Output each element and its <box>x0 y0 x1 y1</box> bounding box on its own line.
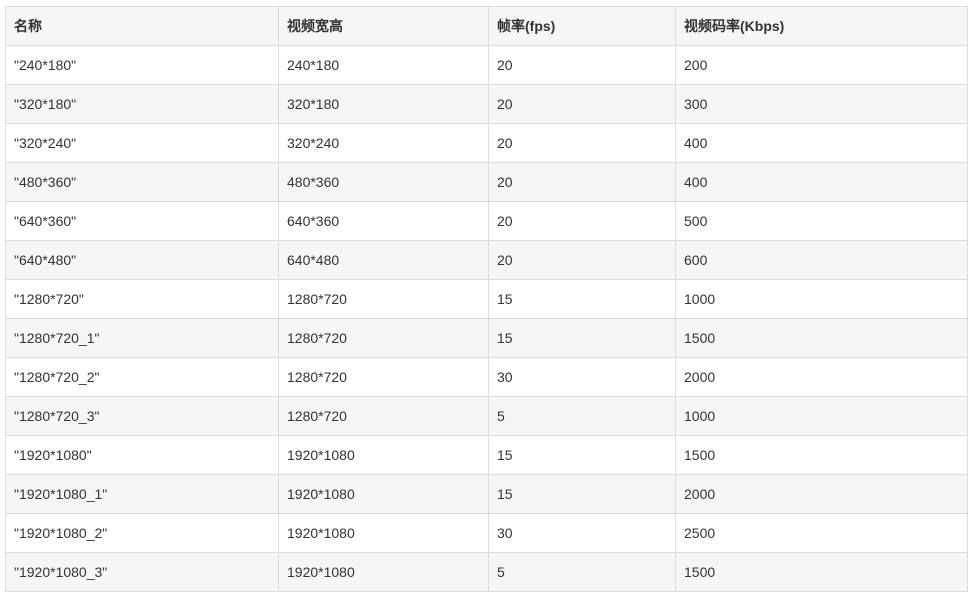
table-row: "1280*720_2" 1280*720 30 2000 <box>5 357 968 397</box>
table-row: "1920*1080_1" 1920*1080 15 2000 <box>5 474 968 514</box>
cell-bitrate: 500 <box>675 201 968 241</box>
cell-bitrate: 400 <box>675 162 968 202</box>
cell-bitrate: 400 <box>675 123 968 163</box>
cell-resolution: 640*480 <box>278 240 489 280</box>
cell-resolution: 480*360 <box>278 162 489 202</box>
table-row: "1280*720_1" 1280*720 15 1500 <box>5 318 968 358</box>
header-resolution: 视频宽高 <box>278 6 489 46</box>
cell-bitrate: 2000 <box>675 357 968 397</box>
cell-resolution: 1920*1080 <box>278 435 489 475</box>
cell-framerate: 15 <box>488 279 676 319</box>
cell-resolution: 1280*720 <box>278 396 489 436</box>
cell-name: "320*180" <box>5 84 279 124</box>
cell-resolution: 320*240 <box>278 123 489 163</box>
cell-name: "480*360" <box>5 162 279 202</box>
table-row: "480*360" 480*360 20 400 <box>5 162 968 202</box>
cell-framerate: 20 <box>488 162 676 202</box>
cell-framerate: 15 <box>488 474 676 514</box>
cell-name: "1280*720_1" <box>5 318 279 358</box>
cell-name: "320*240" <box>5 123 279 163</box>
cell-name: "1920*1080" <box>5 435 279 475</box>
cell-resolution: 320*180 <box>278 84 489 124</box>
cell-bitrate: 600 <box>675 240 968 280</box>
cell-name: "640*480" <box>5 240 279 280</box>
table-row: "320*240" 320*240 20 400 <box>5 123 968 163</box>
cell-bitrate: 1500 <box>675 552 968 592</box>
table-row: "1920*1080_2" 1920*1080 30 2500 <box>5 513 968 553</box>
cell-bitrate: 2500 <box>675 513 968 553</box>
cell-bitrate: 2000 <box>675 474 968 514</box>
cell-resolution: 1280*720 <box>278 279 489 319</box>
header-row: 名称 视频宽高 帧率(fps) 视频码率(Kbps) <box>5 6 968 46</box>
cell-name: "1920*1080_3" <box>5 552 279 592</box>
cell-name: "640*360" <box>5 201 279 241</box>
cell-name: "1280*720_3" <box>5 396 279 436</box>
table-row: "640*480" 640*480 20 600 <box>5 240 968 280</box>
cell-bitrate: 1000 <box>675 279 968 319</box>
cell-resolution: 640*360 <box>278 201 489 241</box>
cell-framerate: 20 <box>488 240 676 280</box>
cell-resolution: 240*180 <box>278 45 489 85</box>
video-profile-table: 名称 视频宽高 帧率(fps) 视频码率(Kbps) "240*180" 240*… <box>5 6 968 592</box>
table-row: "1280*720" 1280*720 15 1000 <box>5 279 968 319</box>
cell-framerate: 15 <box>488 318 676 358</box>
cell-bitrate: 1000 <box>675 396 968 436</box>
cell-name: "1280*720" <box>5 279 279 319</box>
cell-name: "1920*1080_1" <box>5 474 279 514</box>
table-row: "320*180" 320*180 20 300 <box>5 84 968 124</box>
cell-bitrate: 300 <box>675 84 968 124</box>
cell-framerate: 5 <box>488 552 676 592</box>
table-row: "1920*1080_3" 1920*1080 5 1500 <box>5 552 968 592</box>
cell-resolution: 1280*720 <box>278 318 489 358</box>
cell-bitrate: 1500 <box>675 318 968 358</box>
cell-framerate: 30 <box>488 357 676 397</box>
table-row: "1920*1080" 1920*1080 15 1500 <box>5 435 968 475</box>
cell-framerate: 20 <box>488 201 676 241</box>
cell-framerate: 30 <box>488 513 676 553</box>
table-header: 名称 视频宽高 帧率(fps) 视频码率(Kbps) <box>5 6 968 46</box>
table-row: "240*180" 240*180 20 200 <box>5 45 968 85</box>
cell-framerate: 15 <box>488 435 676 475</box>
cell-resolution: 1280*720 <box>278 357 489 397</box>
table-body: "240*180" 240*180 20 200 "320*180" 320*180 20 3… <box>5 45 968 592</box>
cell-bitrate: 1500 <box>675 435 968 475</box>
cell-resolution: 1920*1080 <box>278 474 489 514</box>
cell-name: "1280*720_2" <box>5 357 279 397</box>
cell-name: "1920*1080_2" <box>5 513 279 553</box>
video-profile-table-container: 名称 视频宽高 帧率(fps) 视频码率(Kbps) "240*180" 240*… <box>5 6 968 592</box>
table-row: "640*360" 640*360 20 500 <box>5 201 968 241</box>
cell-framerate: 20 <box>488 123 676 163</box>
cell-bitrate: 200 <box>675 45 968 85</box>
table-row: "1280*720_3" 1280*720 5 1000 <box>5 396 968 436</box>
header-name: 名称 <box>5 6 279 46</box>
cell-resolution: 1920*1080 <box>278 513 489 553</box>
cell-framerate: 20 <box>488 45 676 85</box>
cell-resolution: 1920*1080 <box>278 552 489 592</box>
header-bitrate: 视频码率(Kbps) <box>675 6 968 46</box>
header-framerate: 帧率(fps) <box>488 6 676 46</box>
cell-framerate: 5 <box>488 396 676 436</box>
cell-name: "240*180" <box>5 45 279 85</box>
cell-framerate: 20 <box>488 84 676 124</box>
